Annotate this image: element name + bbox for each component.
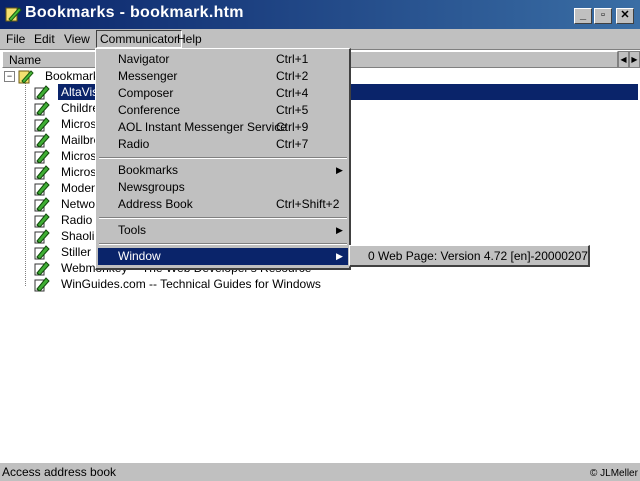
bookmark-icons	[34, 84, 52, 292]
menu-item-conference[interactable]: Conference Ctrl+5	[98, 102, 348, 119]
bookmarks-app-icon	[5, 7, 22, 22]
bookmark-icon	[34, 116, 50, 132]
bookmark-folder-icon	[18, 70, 34, 84]
bookmark-icon	[34, 276, 50, 292]
status-text: Access address book	[2, 465, 117, 479]
menu-communicator[interactable]: Communicator	[96, 30, 183, 48]
menu-item-newsgroups[interactable]: Newsgroups	[98, 179, 348, 196]
tree-item[interactable]: Stiller H	[58, 244, 103, 260]
bookmark-icon	[34, 164, 50, 180]
menu-item-composer[interactable]: Composer Ctrl+4	[98, 85, 348, 102]
window-title: Bookmarks - bookmark.htm	[25, 4, 244, 21]
bookmark-icon	[34, 212, 50, 228]
submenu-item-web-page[interactable]: 0 Web Page: Version 4.72 [en]-20000207	[368, 248, 588, 264]
scroll-right-button[interactable]: ▶	[629, 51, 640, 68]
menu-bar: File Edit View Communicator Help	[0, 29, 640, 48]
menu-separator	[99, 243, 347, 245]
menu-edit[interactable]: Edit	[31, 31, 58, 47]
menu-item-messenger[interactable]: Messenger Ctrl+2	[98, 68, 348, 85]
bookmark-icon	[34, 84, 50, 100]
menu-item-bookmarks[interactable]: Bookmarks ▶	[98, 162, 348, 179]
bookmark-icon	[34, 244, 50, 260]
tree-connector-line	[25, 82, 26, 286]
bookmark-icon	[34, 260, 50, 276]
status-bar: Access address book © JLMeller	[0, 462, 640, 481]
tree-item[interactable]: Micros	[58, 148, 98, 164]
tree-item[interactable]: Shaolin	[58, 228, 101, 244]
menu-help[interactable]: Help	[174, 31, 205, 47]
close-button[interactable]: ✕	[616, 8, 634, 24]
submenu-arrow-icon: ▶	[336, 225, 343, 235]
tree-item-winguides[interactable]: WinGuides.com -- Technical Guides for Wi…	[58, 276, 358, 292]
bookmark-icon	[34, 148, 50, 164]
maximize-button[interactable]: ▫	[594, 8, 612, 24]
column-header-label: Name	[9, 53, 42, 67]
tree-item[interactable]: Radio	[58, 212, 98, 228]
menu-item-address-book[interactable]: Address Book Ctrl+Shift+2	[98, 196, 348, 213]
tree-item[interactable]: Micros	[58, 116, 98, 132]
bookmark-icon	[34, 180, 50, 196]
submenu-arrow-icon: ▶	[336, 165, 343, 175]
tree-item[interactable]: Mailbre	[58, 132, 100, 148]
credit-text: © JLMeller	[590, 468, 638, 479]
tree-item[interactable]: Netwo	[58, 196, 98, 212]
window-submenu: 0 Web Page: Version 4.72 [en]-20000207	[349, 245, 590, 267]
menu-separator	[99, 217, 347, 219]
communicator-menu: Navigator Ctrl+1 Messenger Ctrl+2 Compos…	[95, 48, 351, 270]
menu-file[interactable]: File	[3, 31, 28, 47]
title-bar[interactable]: Bookmarks - bookmark.htm _ ▫ ✕	[0, 0, 640, 29]
menu-separator	[99, 157, 347, 159]
tree-item[interactable]: Micros	[58, 164, 98, 180]
menu-item-window[interactable]: Window ▶	[98, 248, 348, 265]
tree-item[interactable]: Moden	[58, 180, 98, 196]
submenu-arrow-icon: ▶	[336, 251, 343, 261]
menu-item-tools[interactable]: Tools ▶	[98, 222, 348, 239]
tree-item[interactable]: Children	[58, 100, 106, 116]
menu-item-radio[interactable]: Radio Ctrl+7	[98, 136, 348, 153]
scroll-left-button[interactable]: ◀	[618, 51, 629, 68]
menu-item-aol-instant-messenger[interactable]: AOL Instant Messenger Service Ctrl+9	[98, 119, 348, 136]
menu-view[interactable]: View	[61, 31, 93, 47]
bookmark-icon	[34, 100, 50, 116]
menu-item-navigator[interactable]: Navigator Ctrl+1	[98, 51, 348, 68]
bookmark-icon	[34, 196, 50, 212]
collapse-toggle-icon[interactable]: −	[4, 71, 15, 82]
minimize-button[interactable]: _	[574, 8, 592, 24]
bookmark-icon	[34, 132, 50, 148]
bookmark-icon	[34, 228, 50, 244]
